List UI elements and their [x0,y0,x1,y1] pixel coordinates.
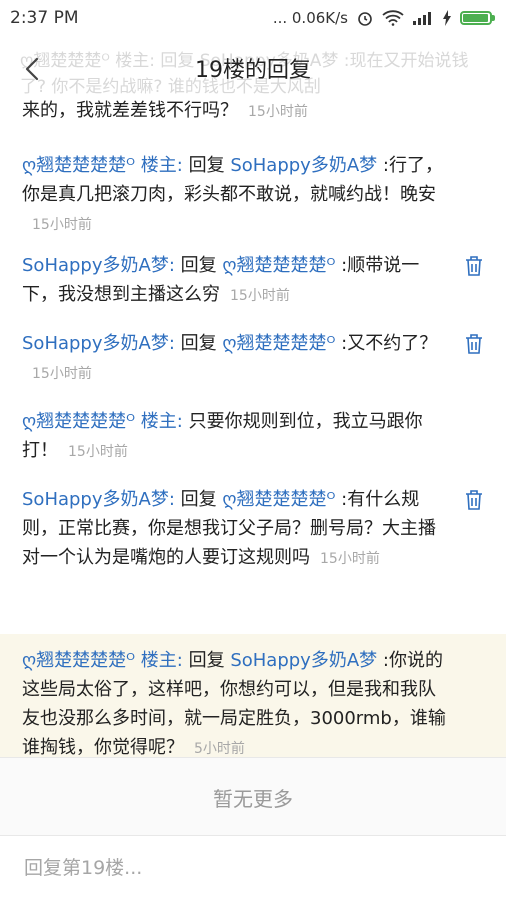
reply-time: 15小时前 [32,366,92,382]
wifi-icon [382,10,404,26]
network-speed: ... 0.06K/s [272,9,348,27]
reply-target-user[interactable]: ღ翘楚楚楚楚ᴼ [222,333,335,354]
reply-body: :又不约了？ [341,333,438,354]
reply-author[interactable]: ღ翘楚楚楚楚ᴼ 楼主: [22,650,183,671]
reply-target-user[interactable]: SoHappy多奶A梦 [230,155,377,176]
delete-trash-icon[interactable] [464,333,484,355]
reply-time: 15小时前 [68,444,128,460]
status-bar: 2:37 PM ... 0.06K/s [0,0,506,36]
reply-body: 来的，我就差差钱不行吗？ [22,100,238,121]
reply-time: 5小时前 [194,741,245,757]
reply-verb: 回复 [180,489,217,510]
reply-author[interactable]: ღ翘楚楚楚楚ᴼ 楼主: [22,411,183,432]
reply-item[interactable]: SoHappy多奶A梦: 回复 ღ翘楚楚楚楚ᴼ :顺带说一下，我没想到主播这么穷… [0,251,506,311]
reply-author[interactable]: ღ翘楚楚楚楚ᴼ 楼主: [22,155,183,176]
reply-item[interactable]: SoHappy多奶A梦: 回复 ღ翘楚楚楚楚ᴼ :有什么规则，正常比赛，你是想我… [0,485,506,574]
reply-target-user[interactable]: ღ翘楚楚楚楚ᴼ [222,255,335,276]
reply-author[interactable]: SoHappy多奶A梦: [22,333,175,354]
reply-item[interactable]: ღ翘楚楚楚楚ᴼ 楼主: 回复 SoHappy多奶A梦 :行了，你是真几把滚刀肉，… [0,151,506,240]
status-icons: ... 0.06K/s [272,9,495,27]
reply-item[interactable]: SoHappy多奶A梦: 回复 ღ翘楚楚楚楚ᴼ :又不约了？ 15小时前 [0,329,506,389]
reply-verb: 回复 [188,650,225,671]
charging-icon [443,10,451,26]
reply-time: 15小时前 [248,104,308,120]
reply-verb: 回复 [180,255,217,276]
no-more-label: 暂无更多 [0,757,506,836]
reply-target-user[interactable]: SoHappy多奶A梦 [230,650,377,671]
delete-trash-icon[interactable] [464,255,484,277]
alarm-icon [358,12,372,26]
reply-author[interactable]: SoHappy多奶A梦: [22,255,175,276]
reply-input[interactable] [22,856,466,880]
reply-item[interactable]: 来的，我就差差钱不行吗？ 15小时前 [0,96,506,127]
page-title: 19楼的回复 [195,58,311,83]
reply-time: 15小时前 [230,288,290,304]
reply-target-user[interactable]: ღ翘楚楚楚楚ᴼ [222,489,335,510]
nav-bar: 19楼的回复 [0,40,506,96]
back-arrow-icon[interactable] [20,56,46,82]
reply-time: 15小时前 [320,551,380,567]
reply-bar [0,835,506,900]
reply-time: 15小时前 [32,217,92,233]
delete-trash-icon[interactable] [464,489,484,511]
signal-icon [413,12,431,25]
status-time: 2:37 PM [10,8,79,28]
battery-icon [460,11,495,25]
reply-item[interactable]: ღ翘楚楚楚楚ᴼ 楼主: 只要你规则到位，我立马跟你打！ 15小时前 [0,407,506,467]
reply-verb: 回复 [180,333,217,354]
reply-author[interactable]: SoHappy多奶A梦: [22,489,175,510]
reply-verb: 回复 [188,155,225,176]
